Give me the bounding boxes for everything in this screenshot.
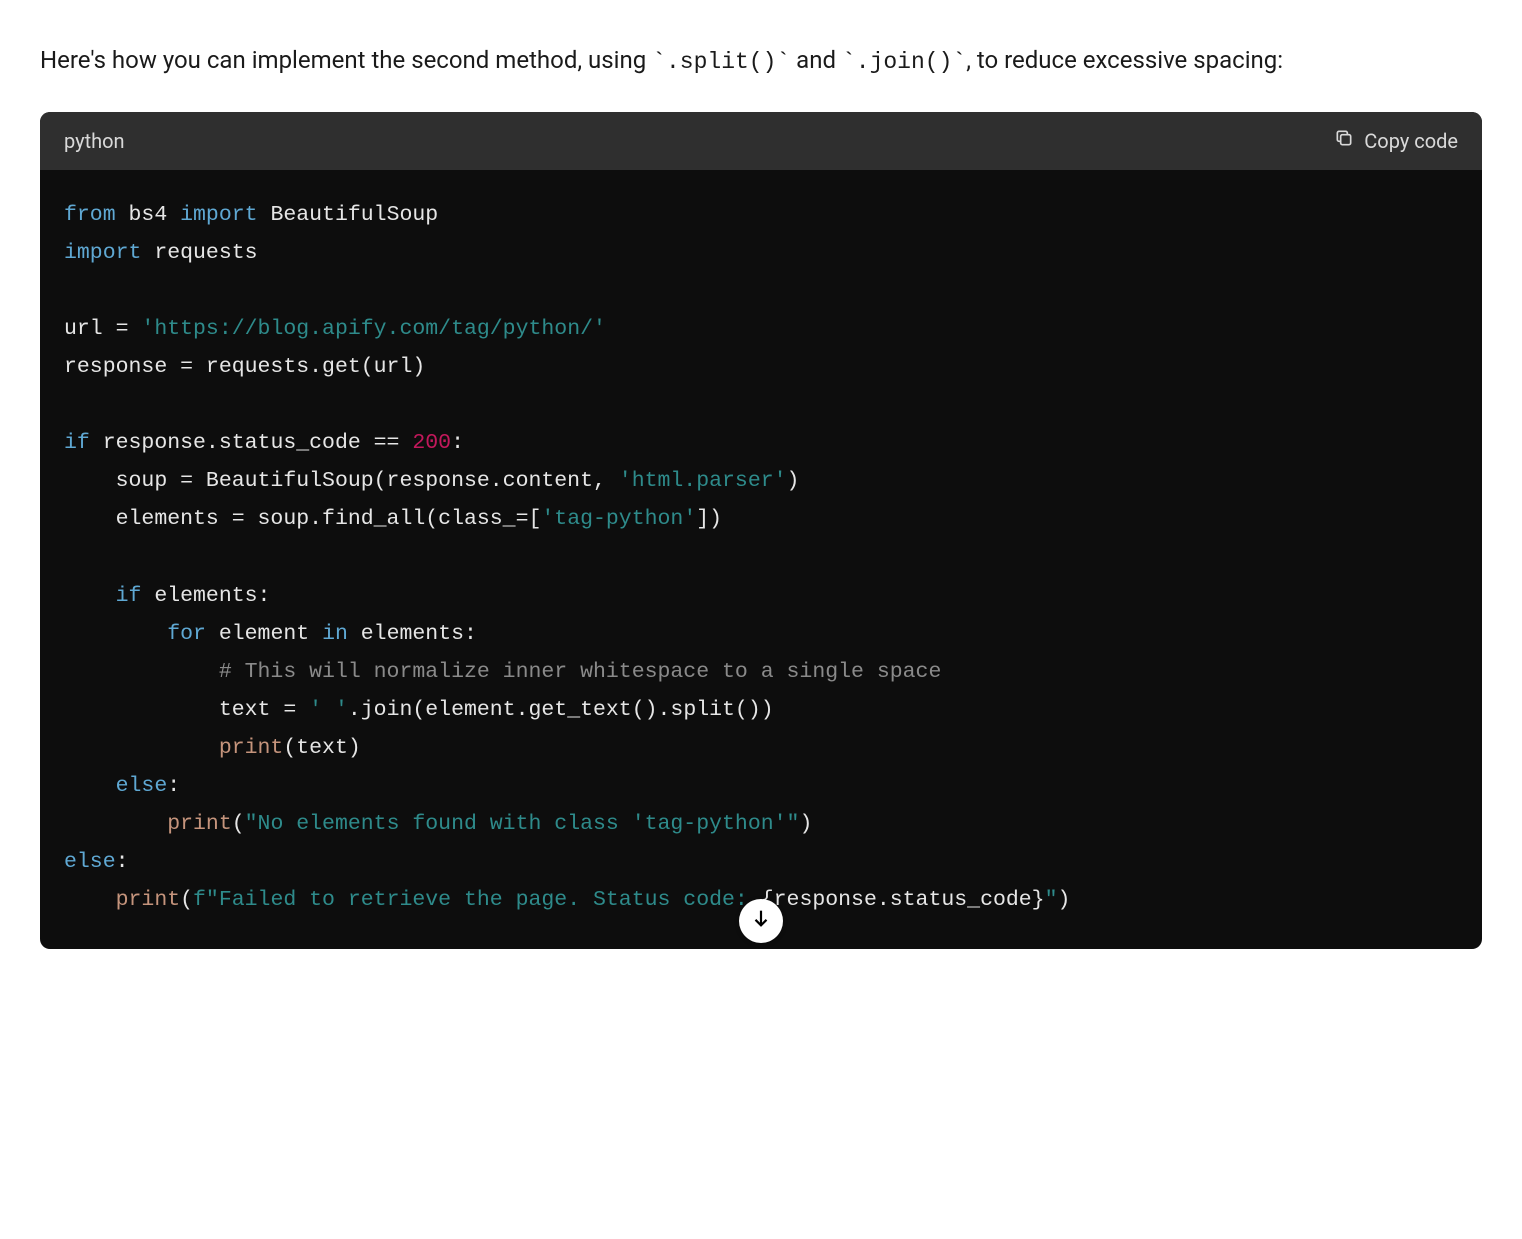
arrow-down-icon — [750, 901, 772, 942]
copy-code-label: Copy code — [1364, 124, 1458, 158]
kw-from: from — [64, 203, 116, 227]
indent-1 — [64, 584, 116, 608]
txt-print-text: (text) — [283, 736, 360, 760]
txt-text-eq: text = — [64, 698, 309, 722]
fstr-interp: {response.status_code} — [761, 888, 1045, 912]
txt-elements-post: ]) — [696, 507, 722, 531]
num-200: 200 — [412, 431, 451, 455]
txt-BeautifulSoup: BeautifulSoup — [258, 203, 439, 227]
code-content[interactable]: from bs4 import BeautifulSoup import req… — [40, 170, 1482, 949]
indent-6 — [64, 812, 167, 836]
txt-url-eq: url = — [64, 317, 141, 341]
str-url: 'https://blog.apify.com/tag/python/' — [141, 317, 605, 341]
txt-response-get: response = requests.get(url) — [64, 355, 425, 379]
txt-colon-2: : — [167, 774, 180, 798]
txt-elements-colon: elements: — [141, 584, 270, 608]
indent-2 — [64, 622, 167, 646]
indent-7 — [64, 888, 116, 912]
txt-elements-pre: elements = soup.find_all(class_=[ — [64, 507, 541, 531]
fn-print-2: print — [167, 812, 232, 836]
code-language-label: python — [64, 124, 125, 158]
indent-3 — [64, 660, 219, 684]
kw-for: for — [167, 622, 206, 646]
txt-element: element — [206, 622, 322, 646]
str-tag-python: 'tag-python' — [541, 507, 696, 531]
intro-text-mid: and — [790, 46, 842, 74]
str-html-parser: 'html.parser' — [619, 469, 787, 493]
txt-colon-3: : — [116, 850, 129, 874]
intro-paragraph: Here's how you can implement the second … — [40, 40, 1482, 82]
intro-text-post: , to reduce excessive spacing: — [966, 46, 1283, 74]
str-no-elements: "No elements found with class 'tag-pytho… — [245, 812, 800, 836]
fstr-fail-end: " — [1045, 888, 1058, 912]
txt-bs4: bs4 — [116, 203, 181, 227]
kw-if-2: if — [116, 584, 142, 608]
comment-normalize: # This will normalize inner whitespace t… — [219, 660, 942, 684]
inline-code-split: `.split()` — [652, 49, 790, 75]
indent-4 — [64, 736, 219, 760]
copy-code-button[interactable]: Copy code — [1334, 124, 1458, 158]
fn-print: print — [219, 736, 284, 760]
txt-soup-post: ) — [787, 469, 800, 493]
intro-text-pre: Here's how you can implement the second … — [40, 46, 652, 74]
fn-print-3: print — [116, 888, 181, 912]
scroll-down-button[interactable] — [739, 899, 783, 943]
txt-open-paren-2: ( — [180, 888, 193, 912]
fstr-fail-pre: f"Failed to retrieve the page. Status co… — [193, 888, 761, 912]
kw-if: if — [64, 431, 90, 455]
code-block: python Copy code from bs4 import Beautif… — [40, 112, 1482, 949]
kw-in: in — [322, 622, 348, 646]
inline-code-join: `.join()` — [842, 49, 966, 75]
txt-elements-2: elements: — [348, 622, 477, 646]
txt-status-eq: response.status_code == — [90, 431, 413, 455]
str-space: ' ' — [309, 698, 348, 722]
txt-open-paren-1: ( — [232, 812, 245, 836]
txt-join-split: .join(element.get_text().split()) — [348, 698, 774, 722]
txt-close-paren-1: ) — [799, 812, 812, 836]
txt-colon-1: : — [451, 431, 464, 455]
copy-icon — [1334, 124, 1354, 158]
txt-requests: requests — [141, 241, 257, 265]
txt-soup-pre: soup = BeautifulSoup(response.content, — [64, 469, 619, 493]
kw-import-2: import — [64, 241, 141, 265]
kw-import: import — [180, 203, 257, 227]
code-header: python Copy code — [40, 112, 1482, 170]
indent-5 — [64, 774, 116, 798]
txt-close-paren-2: ) — [1058, 888, 1071, 912]
kw-else: else — [116, 774, 168, 798]
kw-else-2: else — [64, 850, 116, 874]
